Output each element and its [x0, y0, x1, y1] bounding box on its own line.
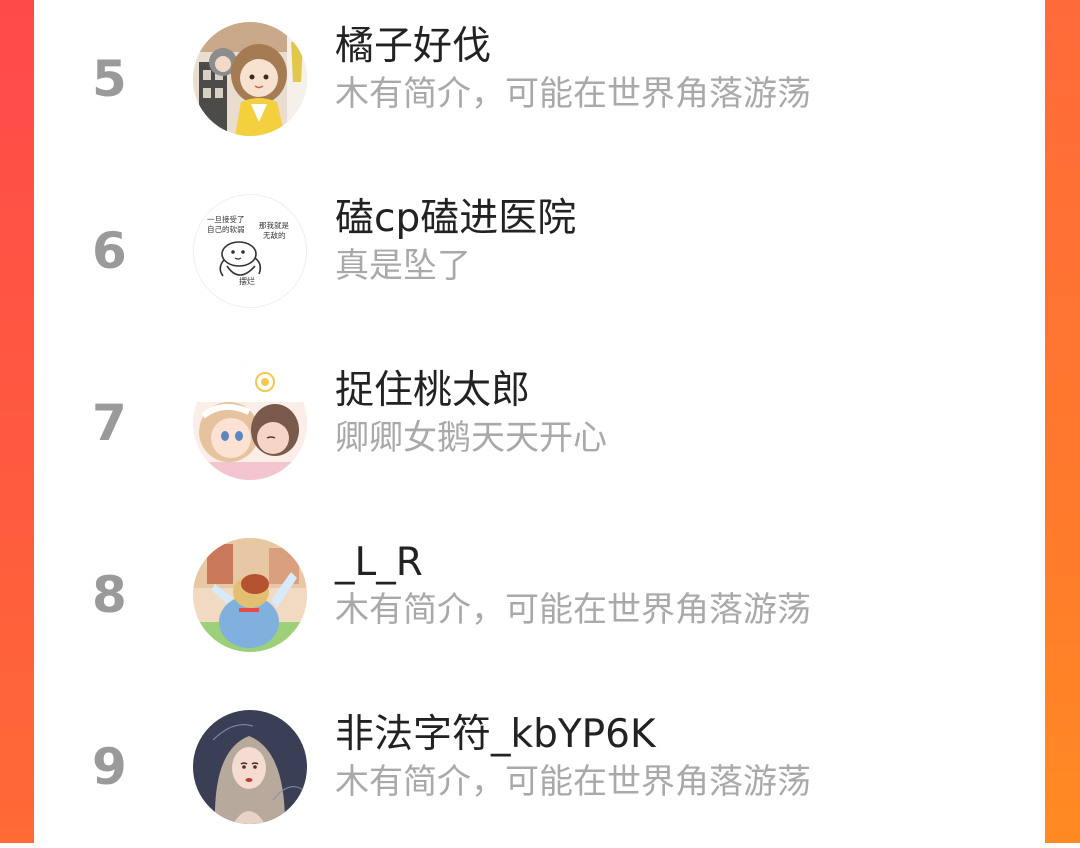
rank-number: 7 [92, 394, 127, 452]
meme-bear-avatar-icon[interactable]: 一旦接受了 自己的软弱 那我就是 无敌的 摆烂 [193, 194, 307, 308]
user-name: 捉住桃太郎 [335, 368, 531, 413]
ranking-list: 5 橘子好伐 木有简介，可能在世界角落游荡 6 一旦接受了 自己的软弱 那我就是… [34, 0, 1045, 843]
anime-couple-avatar-icon[interactable] [193, 366, 307, 480]
meme-caption-1: 一旦接受了 [207, 214, 245, 224]
list-item-rank-7[interactable]: 7 捉住桃太郎 卿卿女鹅天天开心 [34, 344, 1045, 504]
rank-number: 5 [92, 50, 127, 108]
anime-girl-avatar-icon[interactable] [193, 22, 307, 136]
rank-number: 8 [92, 566, 127, 624]
list-item-rank-5[interactable]: 5 橘子好伐 木有简介，可能在世界角落游荡 [34, 0, 1045, 160]
meme-caption-5: 摆烂 [239, 276, 255, 286]
rank-number: 9 [92, 738, 127, 796]
meme-caption-2: 自己的软弱 [207, 224, 245, 234]
user-bio: 木有简介，可能在世界角落游荡 [335, 762, 811, 802]
list-item-rank-8[interactable]: 8 _L_R 木有简介，可能在世界角落游荡 [34, 516, 1045, 676]
user-bio: 真是坠了 [335, 246, 471, 286]
user-bio: 卿卿女鹅天天开心 [335, 418, 607, 458]
illustrated-woman-avatar-icon[interactable] [193, 710, 307, 824]
user-name: _L_R [335, 540, 423, 585]
user-name: 橘子好伐 [335, 24, 492, 69]
list-item-rank-9[interactable]: 9 非法字符_kbYP6K 木有简介，可能在世界角落游荡 [34, 688, 1045, 848]
meme-caption-4: 无敌的 [263, 230, 286, 240]
user-name: 磕cp磕进医院 [335, 196, 577, 241]
user-bio: 木有简介，可能在世界角落游荡 [335, 74, 811, 114]
right-gradient-edge [1045, 0, 1080, 843]
left-gradient-edge [0, 0, 34, 843]
meme-caption-3: 那我就是 [259, 220, 289, 230]
game-character-avatar-icon[interactable] [193, 538, 307, 652]
rank-number: 6 [92, 222, 127, 280]
user-name: 非法字符_kbYP6K [335, 712, 656, 757]
user-bio: 木有简介，可能在世界角落游荡 [335, 590, 811, 630]
list-item-rank-6[interactable]: 6 一旦接受了 自己的软弱 那我就是 无敌的 摆烂 磕cp磕进医院 真是坠了 [34, 172, 1045, 332]
